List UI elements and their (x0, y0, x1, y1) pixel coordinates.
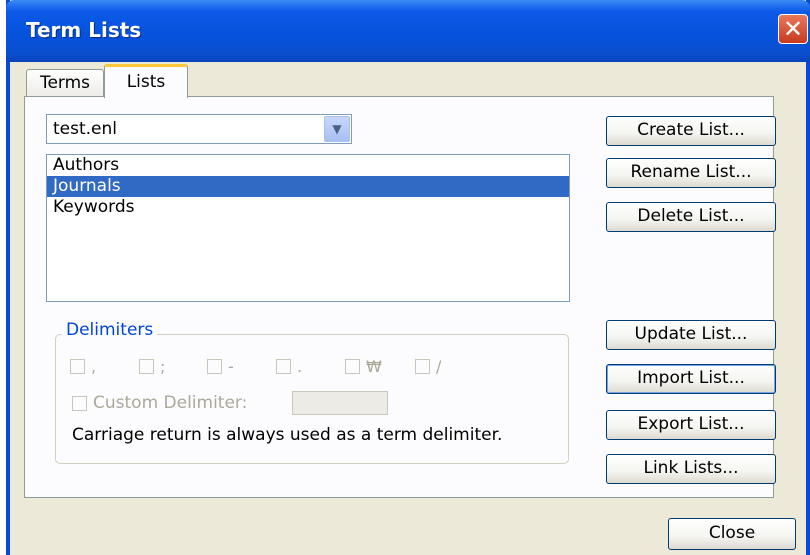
delimiter-symbol: - (228, 356, 234, 376)
title-bar[interactable]: Term Lists ✕ (6, 0, 810, 62)
delimiter-symbol: / (436, 356, 442, 376)
import-list-button[interactable]: Import List... (606, 364, 776, 394)
delimiter-checkbox-comma[interactable]: , (70, 356, 96, 376)
checkbox-icon (139, 358, 154, 374)
list-item[interactable]: Authors (47, 155, 569, 176)
update-list-button[interactable]: Update List... (606, 320, 776, 350)
custom-delimiter-checkbox[interactable]: Custom Delimiter: (72, 393, 247, 413)
link-lists-button[interactable]: Link Lists... (606, 454, 776, 484)
chevron-down-icon[interactable]: ▼ (324, 116, 350, 142)
delimiter-symbol: . (297, 356, 303, 376)
delimiter-symbol: ₩ (366, 356, 382, 376)
rename-list-button[interactable]: Rename List... (606, 158, 776, 188)
delete-list-button[interactable]: Delete List... (606, 202, 776, 232)
delimiter-note: Carriage return is always used as a term… (72, 425, 503, 445)
checkbox-icon (276, 358, 291, 374)
list-item-selected[interactable]: Journals (47, 176, 569, 197)
close-button[interactable]: Close (668, 518, 796, 550)
combo-value: test.enl (53, 119, 118, 139)
delimiter-checkbox-semicolon[interactable]: ; (139, 356, 165, 376)
checkbox-icon (415, 358, 430, 374)
delimiters-legend: Delimiters (62, 320, 158, 340)
delimiter-checkbox-slash[interactable]: / (415, 356, 441, 376)
delimiter-symbol: , (91, 356, 97, 376)
checkbox-icon (207, 358, 222, 374)
term-list-file-select[interactable]: test.enl ▼ (46, 114, 352, 144)
delimiter-checkbox-dash[interactable]: - (207, 356, 234, 376)
checkbox-icon (72, 395, 87, 411)
checkbox-icon (70, 358, 85, 374)
custom-delimiter-input[interactable] (292, 391, 388, 415)
close-icon[interactable]: ✕ (778, 14, 808, 44)
delimiter-symbol: ; (160, 356, 166, 376)
custom-delimiter-label: Custom Delimiter: (93, 393, 248, 413)
delimiter-checkbox-backslash[interactable]: ₩ (345, 356, 382, 376)
tab-lists[interactable]: Lists (104, 64, 188, 98)
delimiter-checkbox-period[interactable]: . (276, 356, 302, 376)
export-list-button[interactable]: Export List... (606, 410, 776, 440)
tab-terms[interactable]: Terms (26, 69, 104, 97)
checkbox-icon (345, 358, 360, 374)
window-title: Term Lists (26, 18, 142, 42)
create-list-button[interactable]: Create List... (606, 116, 776, 146)
list-item[interactable]: Keywords (47, 197, 569, 218)
term-list-listbox[interactable]: Authors Journals Keywords (46, 154, 570, 302)
